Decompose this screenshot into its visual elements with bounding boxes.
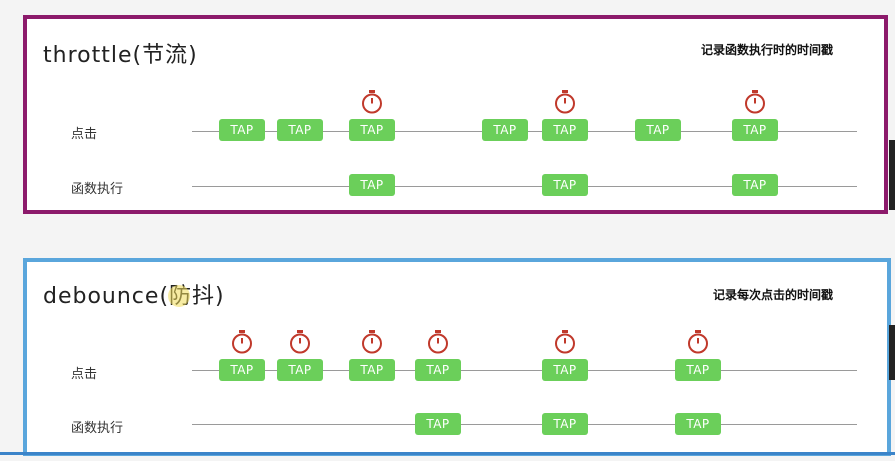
exec-marker: TAP xyxy=(732,174,778,196)
tap-marker: TAP xyxy=(219,359,265,381)
exec-marker: TAP xyxy=(542,174,588,196)
debounce-exec-timeline xyxy=(192,424,857,425)
tap-marker: TAP xyxy=(675,359,721,381)
debounce-click-label: 点击 xyxy=(71,367,98,382)
tap-marker: TAP xyxy=(415,359,461,381)
tap-marker: TAP xyxy=(349,359,395,381)
progress-line xyxy=(0,452,895,455)
stopwatch-icon xyxy=(555,90,575,114)
window-edge xyxy=(889,140,895,210)
stopwatch-icon xyxy=(362,90,382,114)
exec-marker: TAP xyxy=(415,413,461,435)
debounce-note: 记录每次点击的时间戳 xyxy=(713,288,834,302)
tap-marker: TAP xyxy=(277,119,323,141)
debounce-panel: debounce(防抖) 记录每次点击的时间戳 点击 函数执行 TAP TAP … xyxy=(23,258,891,456)
stopwatch-icon xyxy=(428,330,448,354)
stopwatch-icon xyxy=(362,330,382,354)
stopwatch-icon xyxy=(688,330,708,354)
throttle-title: throttle(节流) xyxy=(43,43,198,68)
exec-marker: TAP xyxy=(675,413,721,435)
tap-marker: TAP xyxy=(482,119,528,141)
debounce-title: debounce(防抖) xyxy=(43,284,225,309)
stopwatch-icon xyxy=(232,330,252,354)
throttle-panel: throttle(节流) 记录函数执行时的时间戳 点击 函数执行 TAP TAP… xyxy=(23,15,888,214)
window-edge xyxy=(889,325,895,380)
mouse-cursor-highlight xyxy=(168,285,190,307)
throttle-note: 记录函数执行时的时间戳 xyxy=(701,43,834,57)
throttle-exec-label: 函数执行 xyxy=(71,182,124,197)
debounce-exec-label: 函数执行 xyxy=(71,421,124,436)
tap-marker: TAP xyxy=(542,119,588,141)
exec-marker: TAP xyxy=(349,174,395,196)
throttle-click-label: 点击 xyxy=(71,127,98,142)
stopwatch-icon xyxy=(290,330,310,354)
tap-marker: TAP xyxy=(219,119,265,141)
tap-marker: TAP xyxy=(349,119,395,141)
exec-marker: TAP xyxy=(542,413,588,435)
stopwatch-icon xyxy=(555,330,575,354)
tap-marker: TAP xyxy=(732,119,778,141)
tap-marker: TAP xyxy=(635,119,681,141)
tap-marker: TAP xyxy=(277,359,323,381)
tap-marker: TAP xyxy=(542,359,588,381)
stopwatch-icon xyxy=(745,90,765,114)
